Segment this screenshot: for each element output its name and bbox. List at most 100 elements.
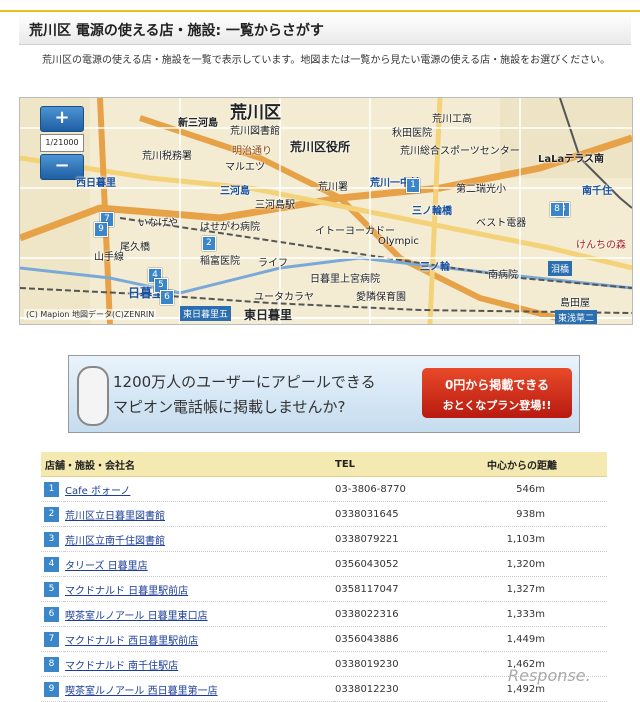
map-label-marueitsu: マルエツ (225, 162, 265, 173)
map-pin[interactable]: 9 (94, 222, 108, 237)
map-label-arakawaku: 荒川区 (230, 103, 281, 123)
store-link[interactable]: 喫茶室ルノアール 日暮里東口店 (65, 611, 208, 622)
map-pin[interactable]: 6 (160, 290, 174, 305)
zoom-in-button[interactable]: + (40, 106, 84, 132)
map-label-inatomi: 稲富医院 (200, 256, 240, 267)
map-label-itoyokado: イトーヨーカドー (315, 226, 395, 237)
map-pin[interactable]: 8 (550, 202, 564, 217)
map-label-zeimusho: 荒川税務署 (142, 151, 192, 162)
store-tel: 0338019230 (334, 651, 486, 677)
table-row: 6 喫茶室ルノアール 日暮里東口店 0338022316 1,333m (41, 601, 607, 627)
phone-icon (77, 366, 109, 426)
zoom-level: 1/21000 (40, 134, 84, 152)
row-number-badge: 2 (44, 506, 59, 522)
store-distance: 1,327m (486, 576, 607, 602)
row-number-badge: 1 (44, 481, 59, 497)
table-row: 7 マクドナルド 西日暮里駅前店 0356043886 1,449m (41, 626, 607, 652)
map-label-minowabashi: 三ノ輪橋 (412, 206, 452, 217)
ad-cta-button[interactable]: 0円から掲載できる おとくなプラン登場!! (422, 368, 572, 418)
map-label-kamimiya: 日暮里上宮病院 (310, 274, 380, 285)
table-row: 4 タリーズ 日暮里店 0356043052 1,320m (41, 551, 607, 577)
map-label-higashiasakusa: 東浅草二 (555, 310, 598, 324)
store-distance: 1,449m (486, 626, 607, 652)
store-link[interactable]: マクドナルド 日暮里駅前店 (65, 586, 188, 597)
store-link[interactable]: マクドナルド 西日暮里駅前店 (65, 636, 198, 647)
map-label-namihashi: 泪橋 (548, 261, 573, 276)
store-tel: 0338022316 (334, 601, 486, 627)
table-row: 3 荒川区立南千住図書館 0338079221 1,103m (41, 526, 607, 552)
store-link[interactable]: マクドナルド 南千住駅店 (65, 661, 178, 672)
row-number-badge: 8 (44, 656, 59, 672)
store-tel: 0338012230 (334, 676, 486, 702)
row-number-badge: 3 (44, 531, 59, 547)
store-tel: 0338079221 (334, 526, 486, 552)
store-list-table: 店舗・施設・会社名 TEL 中心からの距離 1 Cafe ボォーノ 03-380… (41, 452, 607, 702)
map-label-hasegawa: はせがわ病院 (200, 222, 260, 233)
column-header-name: 店舗・施設・会社名 (41, 452, 334, 477)
map-label-lalaterrace: LaLaテラス南 (538, 154, 605, 165)
table-row: 1 Cafe ボォーノ 03-3806-8770 546m (41, 476, 607, 502)
map-roads (20, 98, 632, 324)
map-label-minowa: 三ノ輪 (420, 262, 450, 273)
map-label-inageya: いなげや (138, 218, 178, 229)
map-label-shinmikawajima: 新三河島 (178, 118, 218, 129)
map-label-kenchino: けんちの森 (576, 240, 626, 251)
map-label-aiwa: 愛隣保育園 (356, 292, 406, 303)
table-header-row: 店舗・施設・会社名 TEL 中心からの距離 (41, 452, 607, 477)
map-label-sports: 荒川総合スポーツセンター (400, 146, 520, 157)
store-tel: 0356043886 (334, 626, 486, 652)
store-link[interactable]: Cafe ボォーノ (65, 486, 130, 497)
table-row: 2 荒川区立日暮里図書館 0338031645 938m (41, 501, 607, 527)
store-link[interactable]: タリーズ 日暮里店 (65, 561, 148, 572)
store-tel: 03-3806-8770 (334, 476, 486, 502)
map-label-yunitakarada: ユータカラヤ (254, 292, 314, 303)
map-label-life: ライフ (258, 258, 288, 269)
ad-banner[interactable]: 1200万人のユーザーにアピールできる マピオン電話帳に掲載しませんか? 0円か… (68, 355, 580, 433)
response-watermark: Response. (508, 666, 591, 685)
map-label-nishinippori: 西日暮里 (76, 178, 116, 189)
store-link[interactable]: 喫茶室ルノアール 西日暮里第一店 (65, 686, 218, 697)
row-number-badge: 6 (44, 606, 59, 622)
store-distance: 1,103m (486, 526, 607, 552)
map-label-shimadaya: 島田屋 (560, 298, 590, 309)
map-label-arakawasho: 荒川署 (318, 182, 348, 193)
map-label-yamanote: 山手線 (94, 252, 124, 263)
store-distance: 938m (486, 501, 607, 527)
store-link[interactable]: 荒川区立南千住図書館 (65, 536, 165, 547)
map-label-olympic: Olympic (378, 236, 419, 247)
map-label-minami-hospital: 南病院 (488, 270, 518, 281)
store-distance: 1,333m (486, 601, 607, 627)
page-title: 荒川区 電源の使える店・施設: 一覧からさがす (29, 23, 324, 39)
map-label-kosho: 荒川工高 (432, 114, 472, 125)
row-number-badge: 9 (44, 681, 59, 697)
row-number-badge: 5 (44, 581, 59, 597)
table-row: 5 マクドナルド 日暮里駅前店 0358117047 1,327m (41, 576, 607, 602)
row-number-badge: 4 (44, 556, 59, 572)
map-label-mikawajima-station: 三河島駅 (255, 200, 295, 211)
map-label-mikawajima: 三河島 (220, 186, 250, 197)
map-label-akita: 秋田医院 (392, 128, 432, 139)
page-header: 荒川区 電源の使える店・施設: 一覧からさがす (19, 14, 631, 45)
map-label-minamisenju: 南千住 (582, 186, 612, 197)
top-accent-line (0, 10, 640, 12)
row-number-badge: 7 (44, 631, 59, 647)
ad-banner-line2: マピオン電話帳に掲載しませんか? (113, 398, 346, 416)
map-label-library: 荒川図書館 (230, 126, 280, 137)
map-copyright: (C) Mapion 地図データ(C)ZENRIN (24, 309, 157, 320)
map-label-higashinippori: 東日暮里 (244, 308, 293, 322)
store-link[interactable]: 荒川区立日暮里図書館 (65, 511, 165, 522)
zoom-control: + 1/21000 − (40, 106, 84, 180)
store-tel: 0358117047 (334, 576, 486, 602)
map-pin[interactable]: 1 (406, 178, 420, 193)
map-label-higashinippori5: 東日暮里五 (180, 306, 232, 321)
store-distance: 1,320m (486, 551, 607, 577)
store-tel: 0356043052 (334, 551, 486, 577)
column-header-distance: 中心からの距離 (486, 452, 607, 477)
map-label-oguhashi: 尾久橋 (120, 242, 150, 253)
map-label-kuyakusho: 荒川区役所 (290, 140, 351, 154)
ad-banner-line1: 1200万人のユーザーにアピールできる (113, 373, 376, 391)
map-area[interactable]: + 1/21000 − 荒川区 新三河島 荒川図書館 荒川税務署 明治通り マル… (19, 97, 633, 325)
map-label-dainizuiko: 第二瑞光小 (456, 184, 506, 195)
map-pin[interactable]: 2 (202, 236, 216, 251)
map-label-meijidori: 明治通り (232, 146, 272, 157)
